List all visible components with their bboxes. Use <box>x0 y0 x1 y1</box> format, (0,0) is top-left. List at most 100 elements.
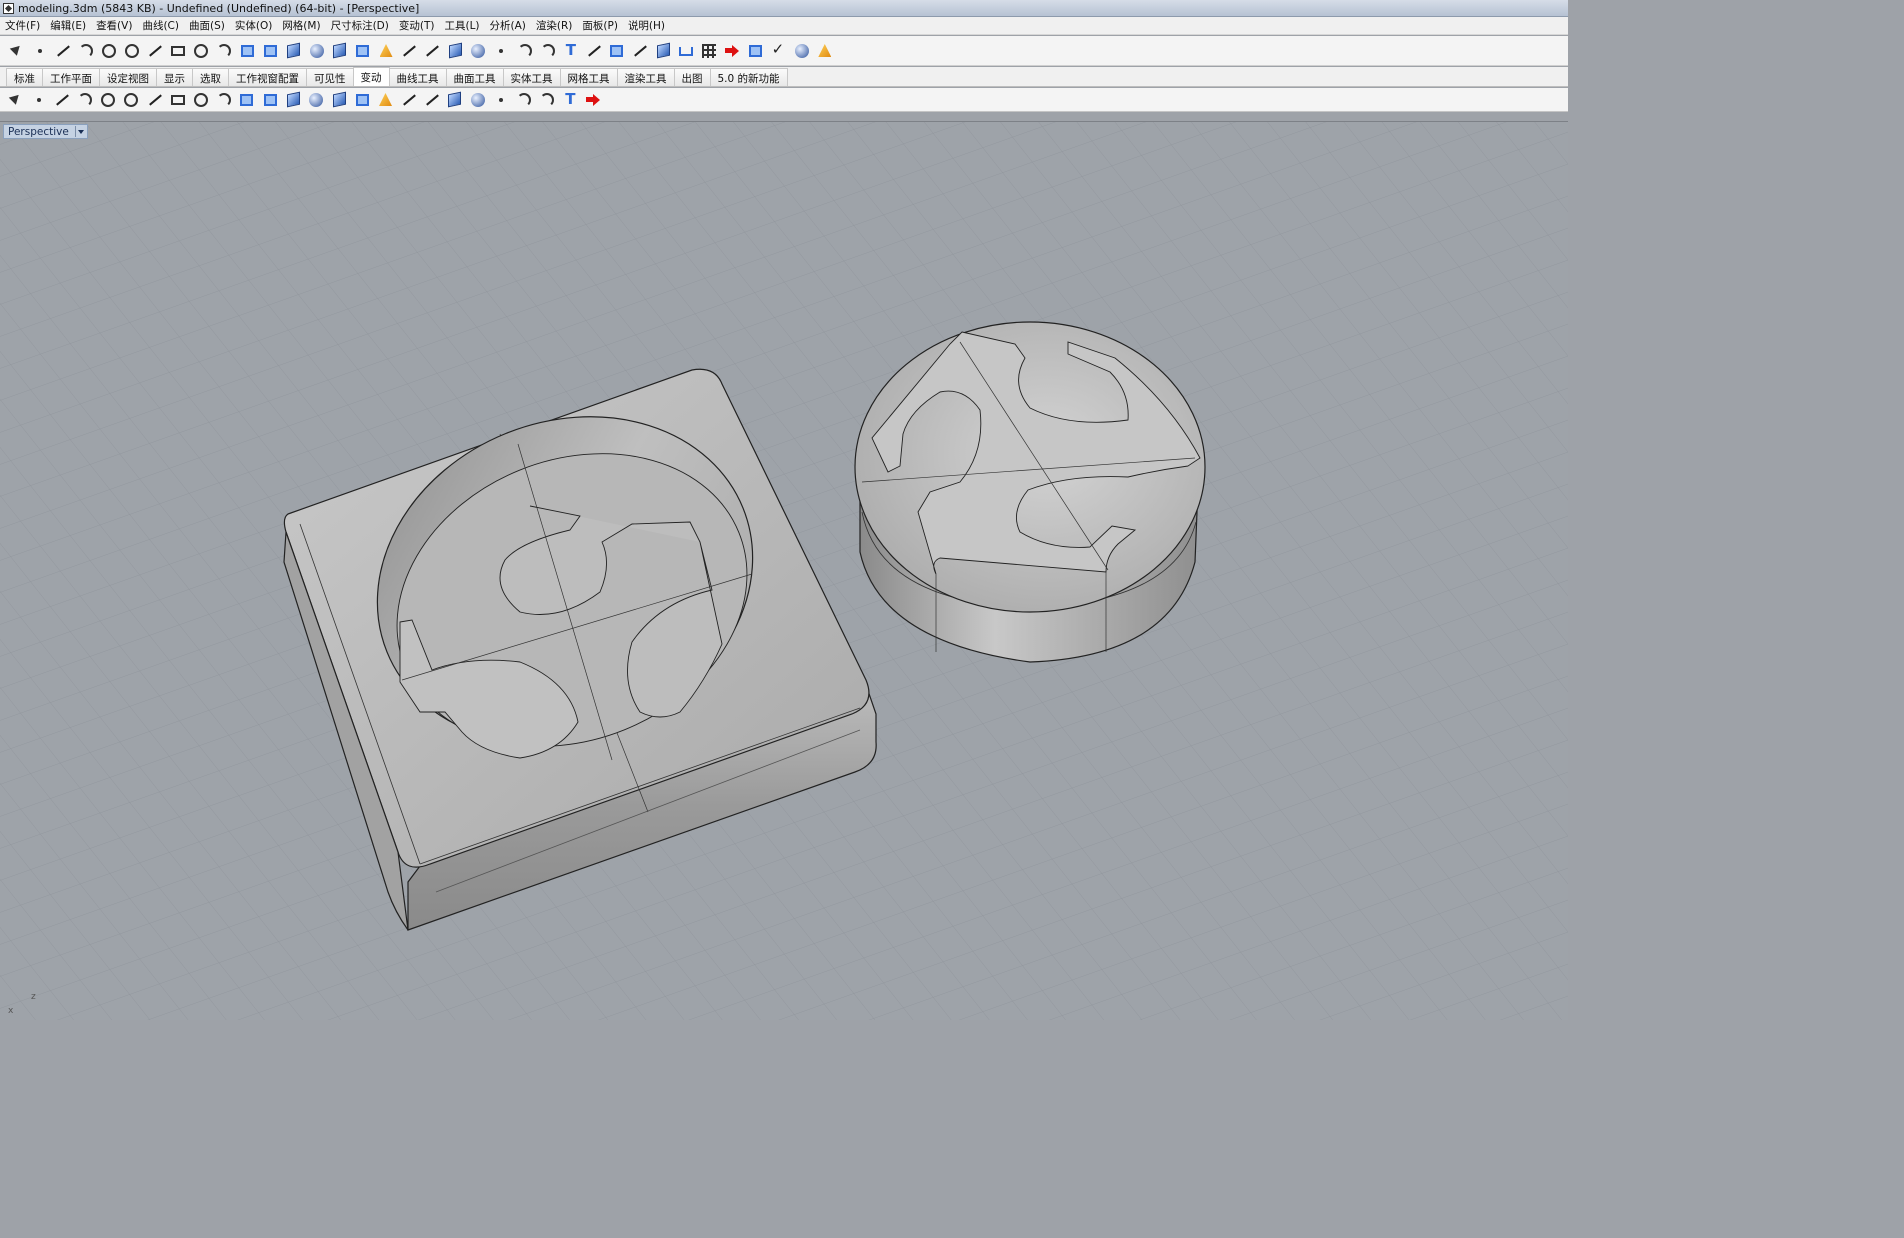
mirror-button[interactable] <box>121 90 141 110</box>
tab-11[interactable]: 网格工具 <box>559 68 618 86</box>
trim-button[interactable] <box>399 40 420 62</box>
boxedit-button[interactable] <box>537 90 557 110</box>
ellipse-button[interactable] <box>121 40 142 62</box>
viewport-title-tab[interactable]: Perspective <box>3 124 88 139</box>
smash-button[interactable] <box>329 90 349 110</box>
extrude-surface-button[interactable] <box>260 40 281 62</box>
menu-item[interactable]: 编辑(E) <box>50 18 86 33</box>
mesh-button[interactable] <box>745 40 766 62</box>
tab-14[interactable]: 5.0 的新功能 <box>709 68 788 86</box>
explode-button[interactable] <box>376 40 397 62</box>
menu-item[interactable]: 说明(H) <box>628 18 665 33</box>
polar-array-icon <box>309 92 324 107</box>
tab-9[interactable]: 曲面工具 <box>445 68 504 86</box>
twist-button[interactable] <box>214 90 234 110</box>
menu-item[interactable]: 实体(O) <box>235 18 272 33</box>
tab-0[interactable]: 标准 <box>6 68 43 86</box>
rotate-button[interactable] <box>630 40 651 62</box>
check-button[interactable] <box>768 40 789 62</box>
move-button[interactable] <box>6 90 26 110</box>
fillet-curve-button[interactable] <box>214 40 235 62</box>
tab-10[interactable]: 实体工具 <box>502 68 561 86</box>
blend-curve-button[interactable] <box>537 40 558 62</box>
surface-corner-button[interactable] <box>237 40 258 62</box>
bend-icon <box>240 93 254 106</box>
boolean-union-button[interactable] <box>468 40 489 62</box>
polar-array-button[interactable] <box>306 90 326 110</box>
cage-edit-button[interactable] <box>352 90 372 110</box>
shear-button[interactable] <box>445 90 465 110</box>
curve-fillet-button[interactable] <box>514 40 535 62</box>
gumball-button[interactable] <box>560 90 580 110</box>
rotate-button[interactable] <box>75 90 95 110</box>
extrude-surface-icon <box>264 44 278 57</box>
grid-array-button[interactable] <box>283 90 303 110</box>
orient-button[interactable] <box>29 90 49 110</box>
taper-button[interactable] <box>260 90 280 110</box>
menu-item[interactable]: 查看(V) <box>96 18 132 33</box>
tab-2[interactable]: 设定视图 <box>99 68 157 86</box>
menu-item[interactable]: 变动(T) <box>399 18 435 33</box>
text-button[interactable] <box>560 40 581 62</box>
boolean-union-icon <box>471 43 486 58</box>
array-button[interactable] <box>168 90 188 110</box>
splop-button[interactable] <box>491 90 511 110</box>
box-solid-button[interactable] <box>283 40 304 62</box>
flow-button[interactable] <box>191 90 211 110</box>
bend-button[interactable] <box>237 90 257 110</box>
tab-13[interactable]: 出图 <box>673 68 711 86</box>
render-button[interactable] <box>791 40 812 62</box>
orient-on-surface-button[interactable] <box>422 90 442 110</box>
plane-surface-button[interactable] <box>352 40 373 62</box>
tab-3[interactable]: 显示 <box>156 68 193 86</box>
tab-4[interactable]: 选取 <box>192 68 229 86</box>
chevron-down-icon[interactable] <box>74 126 84 137</box>
project-button[interactable] <box>399 90 419 110</box>
tab-6[interactable]: 可见性 <box>306 68 354 86</box>
point-button[interactable] <box>29 40 50 62</box>
polyline-button[interactable] <box>52 40 73 62</box>
copy-button[interactable] <box>52 90 72 110</box>
perspective-viewport[interactable]: Perspective z x <box>0 121 1568 1020</box>
select-arrow-button[interactable] <box>6 40 27 62</box>
menu-item[interactable]: 面板(P) <box>582 18 618 33</box>
menu-item[interactable]: 曲面(S) <box>189 18 225 33</box>
menu-item[interactable]: 工具(L) <box>444 18 479 33</box>
smooth-button[interactable] <box>514 90 534 110</box>
move-button[interactable] <box>583 40 604 62</box>
menu-item[interactable]: 文件(F) <box>5 18 40 33</box>
tab-5[interactable]: 工作视窗配置 <box>228 68 307 86</box>
stretch-button[interactable] <box>468 90 488 110</box>
curve-button[interactable] <box>75 40 96 62</box>
next-red-arrow-button[interactable] <box>583 90 603 110</box>
dimension-button[interactable] <box>676 40 697 62</box>
menu-item[interactable]: 尺寸标注(D) <box>331 18 389 33</box>
polygon-button[interactable] <box>145 40 166 62</box>
menu-item[interactable]: 曲线(C) <box>142 18 179 33</box>
join-button[interactable] <box>445 40 466 62</box>
scale-button[interactable] <box>98 90 118 110</box>
tab-7[interactable]: 变动 <box>352 67 390 86</box>
sphere-solid-button[interactable] <box>306 40 327 62</box>
toolbar-tabs: 标准 工作平面 设定视图 显示 选取 工作视窗配置 可见性 变动 曲线工具 曲面工具 实体工具 网格工… <box>0 67 1568 87</box>
menu-item[interactable]: 分析(A) <box>490 18 526 33</box>
analyze-button[interactable] <box>722 40 743 62</box>
material-button[interactable] <box>814 40 835 62</box>
cylinder-button[interactable] <box>329 40 350 62</box>
menu-item[interactable]: 网格(M) <box>282 18 320 33</box>
rhino-app-icon <box>3 2 14 14</box>
tab-8[interactable]: 曲线工具 <box>388 68 447 86</box>
shade-cube-button[interactable] <box>653 40 674 62</box>
tab-1[interactable]: 工作平面 <box>42 68 100 86</box>
array-grid-button[interactable] <box>699 40 720 62</box>
menu-item[interactable]: 渲染(R) <box>536 18 573 33</box>
points-on-button[interactable] <box>491 40 512 62</box>
set-points-button[interactable] <box>376 90 396 110</box>
copy-button[interactable] <box>606 40 627 62</box>
rectangle-button[interactable] <box>168 40 189 62</box>
align-button[interactable] <box>145 90 165 110</box>
circle-button[interactable] <box>98 40 119 62</box>
tab-12[interactable]: 渲染工具 <box>616 68 675 86</box>
split-button[interactable] <box>422 40 443 62</box>
arc-button[interactable] <box>191 40 212 62</box>
